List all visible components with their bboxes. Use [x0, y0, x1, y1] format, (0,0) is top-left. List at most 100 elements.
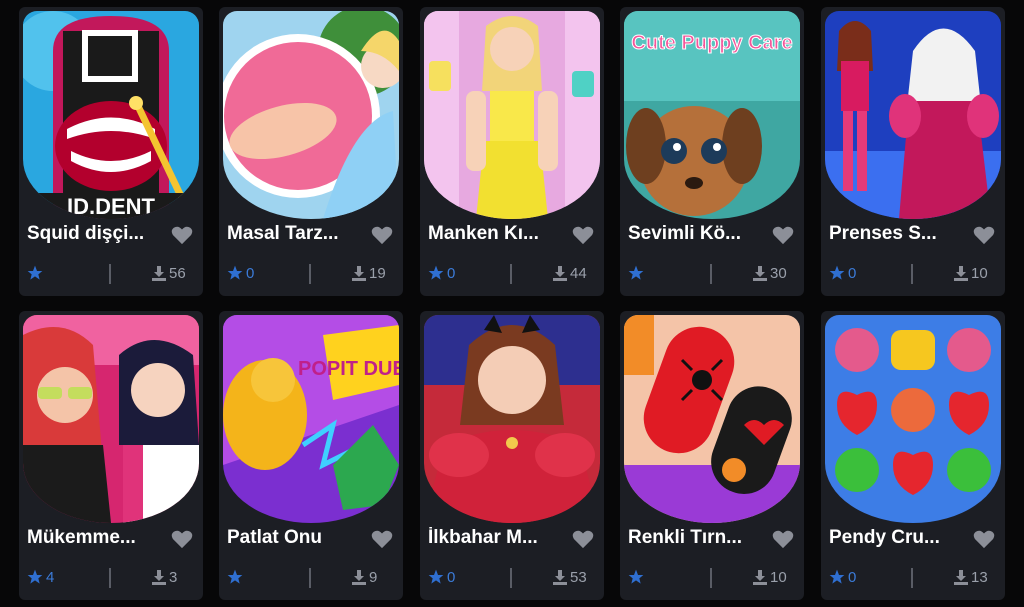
game-card[interactable]: Renkli Tırn... 10 — [620, 311, 804, 600]
download-icon — [753, 266, 767, 281]
divider — [309, 264, 311, 284]
heart-icon[interactable] — [973, 529, 995, 549]
game-card[interactable]: Cute Puppy Care Sevimli Kö... 30 — [620, 7, 804, 296]
game-stats: 10 — [620, 567, 804, 589]
game-title[interactable]: Pendy Cru... — [829, 527, 969, 549]
download-icon — [553, 570, 567, 585]
game-title[interactable]: Manken Kı... — [428, 223, 568, 245]
game-card[interactable]: Prenses S... 0 10 — [821, 7, 1005, 296]
heart-icon[interactable] — [371, 225, 393, 245]
rating-value: 0 — [848, 569, 857, 586]
rating-value: 0 — [447, 265, 456, 282]
game-stats: 0 19 — [219, 263, 403, 285]
heart-icon[interactable] — [171, 529, 193, 549]
download-count: 13 — [971, 569, 988, 586]
game-card[interactable]: POPIT DUEL Patlat Onu 9 — [219, 311, 403, 600]
game-thumbnail[interactable]: POPIT DUEL — [223, 315, 399, 523]
game-stats: 56 — [19, 263, 203, 285]
download-count: 3 — [169, 569, 178, 586]
game-title[interactable]: Prenses S... — [829, 223, 969, 245]
download-icon — [553, 266, 567, 281]
game-card[interactable]: İlkbahar M... 0 53 — [420, 311, 604, 600]
rating-value: 0 — [848, 265, 857, 282]
game-grid: ID.DENT Squid dişçi... 56 Masal Tarz... … — [0, 0, 1024, 607]
game-card[interactable]: Mükemme... 4 3 — [19, 311, 203, 600]
game-card[interactable]: Masal Tarz... 0 19 — [219, 7, 403, 296]
star-icon[interactable] — [628, 569, 644, 585]
download-count: 10 — [971, 265, 988, 282]
game-card[interactable]: Pendy Cru... 0 13 — [821, 311, 1005, 600]
download-count: 44 — [570, 265, 587, 282]
star-icon[interactable] — [628, 265, 644, 281]
game-title[interactable]: Squid dişçi... — [27, 223, 167, 245]
thumbnail-title-text: POPIT DUEL — [298, 358, 399, 380]
game-title[interactable]: Patlat Onu — [227, 527, 367, 549]
game-stats: 0 44 — [420, 263, 604, 285]
game-card[interactable]: ID.DENT Squid dişçi... 56 — [19, 7, 203, 296]
game-title[interactable]: Sevimli Kö... — [628, 223, 768, 245]
star-icon[interactable] — [428, 569, 444, 585]
download-count: 53 — [570, 569, 587, 586]
download-icon — [152, 266, 166, 281]
game-stats: 9 — [219, 567, 403, 589]
heart-icon[interactable] — [772, 225, 794, 245]
divider — [510, 264, 512, 284]
divider — [911, 568, 913, 588]
star-icon[interactable] — [227, 265, 243, 281]
divider — [911, 264, 913, 284]
star-icon[interactable] — [829, 569, 845, 585]
download-count: 19 — [369, 265, 386, 282]
download-count: 10 — [770, 569, 787, 586]
star-icon[interactable] — [27, 265, 43, 281]
download-count: 30 — [770, 265, 787, 282]
heart-icon[interactable] — [572, 529, 594, 549]
divider — [109, 264, 111, 284]
game-stats: 30 — [620, 263, 804, 285]
thumbnail-title-text: ID.DENT — [67, 194, 156, 219]
download-icon — [152, 570, 166, 585]
rating-value: 4 — [46, 569, 55, 586]
game-thumbnail[interactable]: Cute Puppy Care — [624, 11, 800, 219]
game-stats: 4 3 — [19, 567, 203, 589]
game-stats: 0 10 — [821, 263, 1005, 285]
heart-icon[interactable] — [171, 225, 193, 245]
divider — [309, 568, 311, 588]
heart-icon[interactable] — [572, 225, 594, 245]
star-icon[interactable] — [227, 569, 243, 585]
game-title[interactable]: Mükemme... — [27, 527, 167, 549]
divider — [510, 568, 512, 588]
game-thumbnail[interactable] — [624, 315, 800, 523]
game-stats: 0 13 — [821, 567, 1005, 589]
game-title[interactable]: Renkli Tırn... — [628, 527, 768, 549]
download-icon — [352, 570, 366, 585]
game-stats: 0 53 — [420, 567, 604, 589]
game-thumbnail[interactable] — [825, 315, 1001, 523]
heart-icon[interactable] — [772, 529, 794, 549]
divider — [710, 264, 712, 284]
game-thumbnail[interactable] — [223, 11, 399, 219]
divider — [710, 568, 712, 588]
game-thumbnail[interactable] — [424, 315, 600, 523]
divider — [109, 568, 111, 588]
download-count: 56 — [169, 265, 186, 282]
game-title[interactable]: Masal Tarz... — [227, 223, 367, 245]
heart-icon[interactable] — [371, 529, 393, 549]
star-icon[interactable] — [428, 265, 444, 281]
download-icon — [753, 570, 767, 585]
game-thumbnail[interactable] — [23, 315, 199, 523]
heart-icon[interactable] — [973, 225, 995, 245]
game-thumbnail[interactable] — [825, 11, 1001, 219]
game-thumbnail[interactable] — [424, 11, 600, 219]
game-title[interactable]: İlkbahar M... — [428, 527, 568, 549]
download-icon — [954, 570, 968, 585]
thumbnail-title-text: Cute Puppy Care — [631, 32, 792, 54]
rating-value: 0 — [447, 569, 456, 586]
download-count: 9 — [369, 569, 378, 586]
game-card[interactable]: Manken Kı... 0 44 — [420, 7, 604, 296]
rating-value: 0 — [246, 265, 255, 282]
download-icon — [954, 266, 968, 281]
download-icon — [352, 266, 366, 281]
star-icon[interactable] — [829, 265, 845, 281]
star-icon[interactable] — [27, 569, 43, 585]
game-thumbnail[interactable]: ID.DENT — [23, 11, 199, 219]
